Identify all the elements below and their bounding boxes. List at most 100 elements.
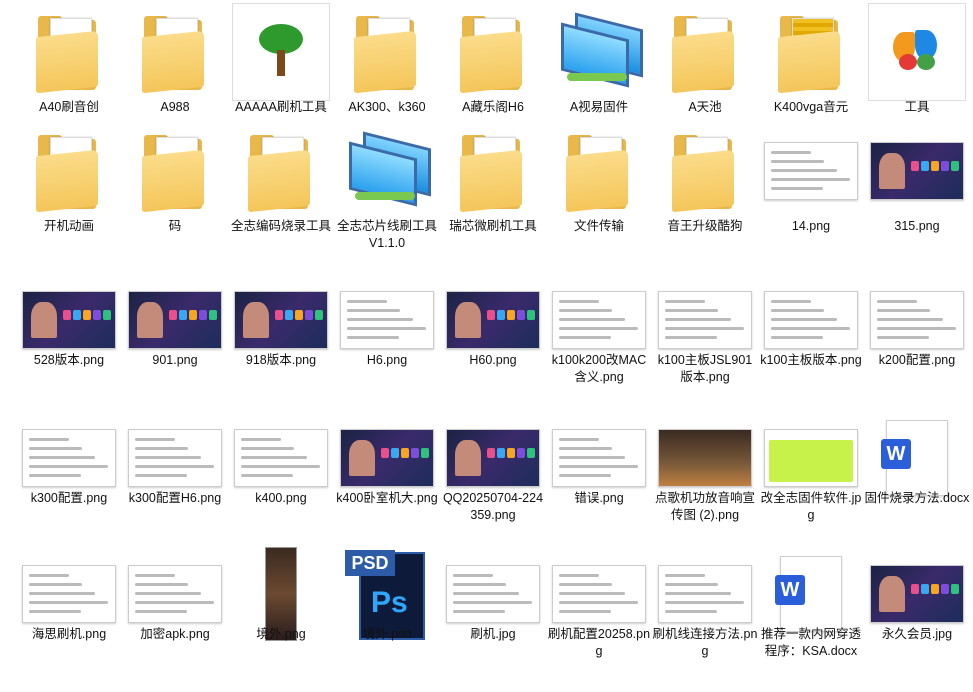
folder-icon: [36, 133, 102, 213]
file-thumbnail: [652, 290, 758, 350]
image-thumbnail: [764, 291, 858, 349]
image-thumbnail: [552, 429, 646, 487]
image-thumbnail: [22, 429, 116, 487]
file-grid: A40刷音创 A988 AAAAA刷机工具 AK300、k360 A藏乐阁H6 A视易固件…: [0, 0, 973, 692]
file-thumbnail: [440, 2, 546, 102]
file-name-label: 工具: [904, 100, 930, 114]
file-name-label: QQ20250704-224359.png: [442, 491, 544, 522]
image-thumbnail: [870, 565, 964, 623]
file-name-label: AK300、k360: [348, 100, 426, 114]
image-thumbnail: [22, 565, 116, 623]
file-thumbnail: [758, 428, 864, 488]
image-thumbnail: [234, 291, 328, 349]
file-name-label: 文件传输: [573, 219, 624, 233]
file-name-label: 开机动画: [43, 219, 94, 233]
file-thumbnail: [546, 564, 652, 624]
file-name-label: k300配置.png: [30, 491, 108, 505]
file-name-label: 14.png: [791, 219, 831, 233]
file-thumbnail: [758, 121, 864, 221]
file-thumbnail: [546, 121, 652, 221]
file-name-label: 音王升级酷狗: [667, 219, 743, 233]
image-thumbnail: [552, 565, 646, 623]
file-thumbnail: [16, 428, 122, 488]
file-name-label: A40刷音创: [39, 100, 99, 114]
image-thumbnail: [658, 565, 752, 623]
file-thumbnail: [652, 121, 758, 221]
image-thumbnail: [764, 142, 858, 200]
image-thumbnail: [870, 291, 964, 349]
file-name-label: 全志芯片线刷工具V1.1.0: [336, 219, 437, 250]
image-thumbnail: [446, 429, 540, 487]
file-thumbnail: [122, 2, 228, 102]
image-thumbnail: [340, 429, 434, 487]
file-name-label: A视易固件: [569, 100, 629, 114]
folder-icon: [672, 14, 738, 94]
image-thumbnail: [658, 429, 752, 487]
folder-icon: [460, 14, 526, 94]
image-thumbnail: [446, 291, 540, 349]
folder-icon: [248, 133, 314, 213]
file-name-label: 固件烧录方法.docx: [864, 491, 970, 505]
monitor-icon: [557, 12, 643, 88]
file-thumbnail: [652, 2, 758, 102]
file-name-label: 境外.png: [256, 627, 306, 641]
file-thumbnail: PSD Ps: [334, 550, 440, 640]
file-name-label: 永久会员.jpg: [881, 627, 953, 641]
folder-icon: [354, 14, 420, 94]
file-name-label: k100主板JSL901版本.png: [657, 353, 753, 384]
file-name-label: 瑞芯微刷机工具: [449, 219, 537, 233]
file-name-label: k100主板版本.png: [760, 353, 862, 367]
file-thumbnail: [864, 2, 970, 102]
folder-icon: [36, 14, 102, 94]
file-name-label: 918版本.png: [245, 353, 317, 367]
file-thumbnail: [122, 564, 228, 624]
file-name-label: A988: [160, 100, 190, 114]
file-name-label: k100k200改MAC含义.png: [551, 353, 647, 384]
file-name-label: 海思刷机.png: [31, 627, 107, 641]
file-name-label: 境外.psd: [362, 627, 412, 641]
image-thumbnail: [234, 429, 328, 487]
tree-icon: [232, 3, 330, 101]
file-thumbnail: [758, 290, 864, 350]
image-thumbnail: [128, 291, 222, 349]
image-thumbnail: [658, 291, 752, 349]
file-thumbnail: [546, 290, 652, 350]
file-thumbnail: [546, 2, 652, 102]
file-thumbnail: [122, 121, 228, 221]
file-name-label: H60.png: [469, 353, 517, 367]
file-thumbnail: [440, 290, 546, 350]
file-name-label: 改全志固件软件.jpg: [760, 491, 862, 522]
file-thumbnail: [334, 2, 440, 102]
file-name-label: 码: [168, 219, 182, 233]
file-thumbnail: [16, 2, 122, 102]
file-thumbnail: [16, 564, 122, 624]
file-name-label: 加密apk.png: [140, 627, 210, 641]
file-name-label: 315.png: [894, 219, 940, 233]
file-thumbnail: [16, 290, 122, 350]
file-thumbnail: [228, 2, 334, 102]
file-name-label: 错误.png: [574, 491, 624, 505]
file-thumbnail: [122, 290, 228, 350]
file-name-label: 全志编码烧录工具: [230, 219, 331, 233]
file-thumbnail: [864, 121, 970, 221]
file-name-label: H6.png: [366, 353, 408, 367]
file-thumbnail: [122, 428, 228, 488]
file-name-label: 点歌机功放音响宣传图 (2).png: [654, 491, 755, 522]
file-name-label: AAAAA刷机工具: [235, 100, 327, 114]
file-name-label: 528版本.png: [33, 353, 105, 367]
file-name-label: 推荐一款内网穿透程序：KSA.docx: [760, 627, 861, 658]
file-thumbnail: [228, 290, 334, 350]
file-thumbnail: [440, 428, 546, 488]
image-thumbnail: [128, 429, 222, 487]
file-name-label: k300配置H6.png: [128, 491, 222, 505]
file-thumbnail: [334, 428, 440, 488]
file-thumbnail: [16, 121, 122, 221]
file-thumbnail: [228, 121, 334, 221]
folder-icon: [778, 14, 844, 94]
file-thumbnail: [228, 547, 334, 641]
file-name-label: k200配置.png: [878, 353, 956, 367]
file-thumbnail: W: [864, 420, 970, 496]
file-thumbnail: [440, 121, 546, 221]
file-name-label: K400vga音元: [773, 100, 849, 114]
file-thumbnail: [334, 121, 440, 221]
